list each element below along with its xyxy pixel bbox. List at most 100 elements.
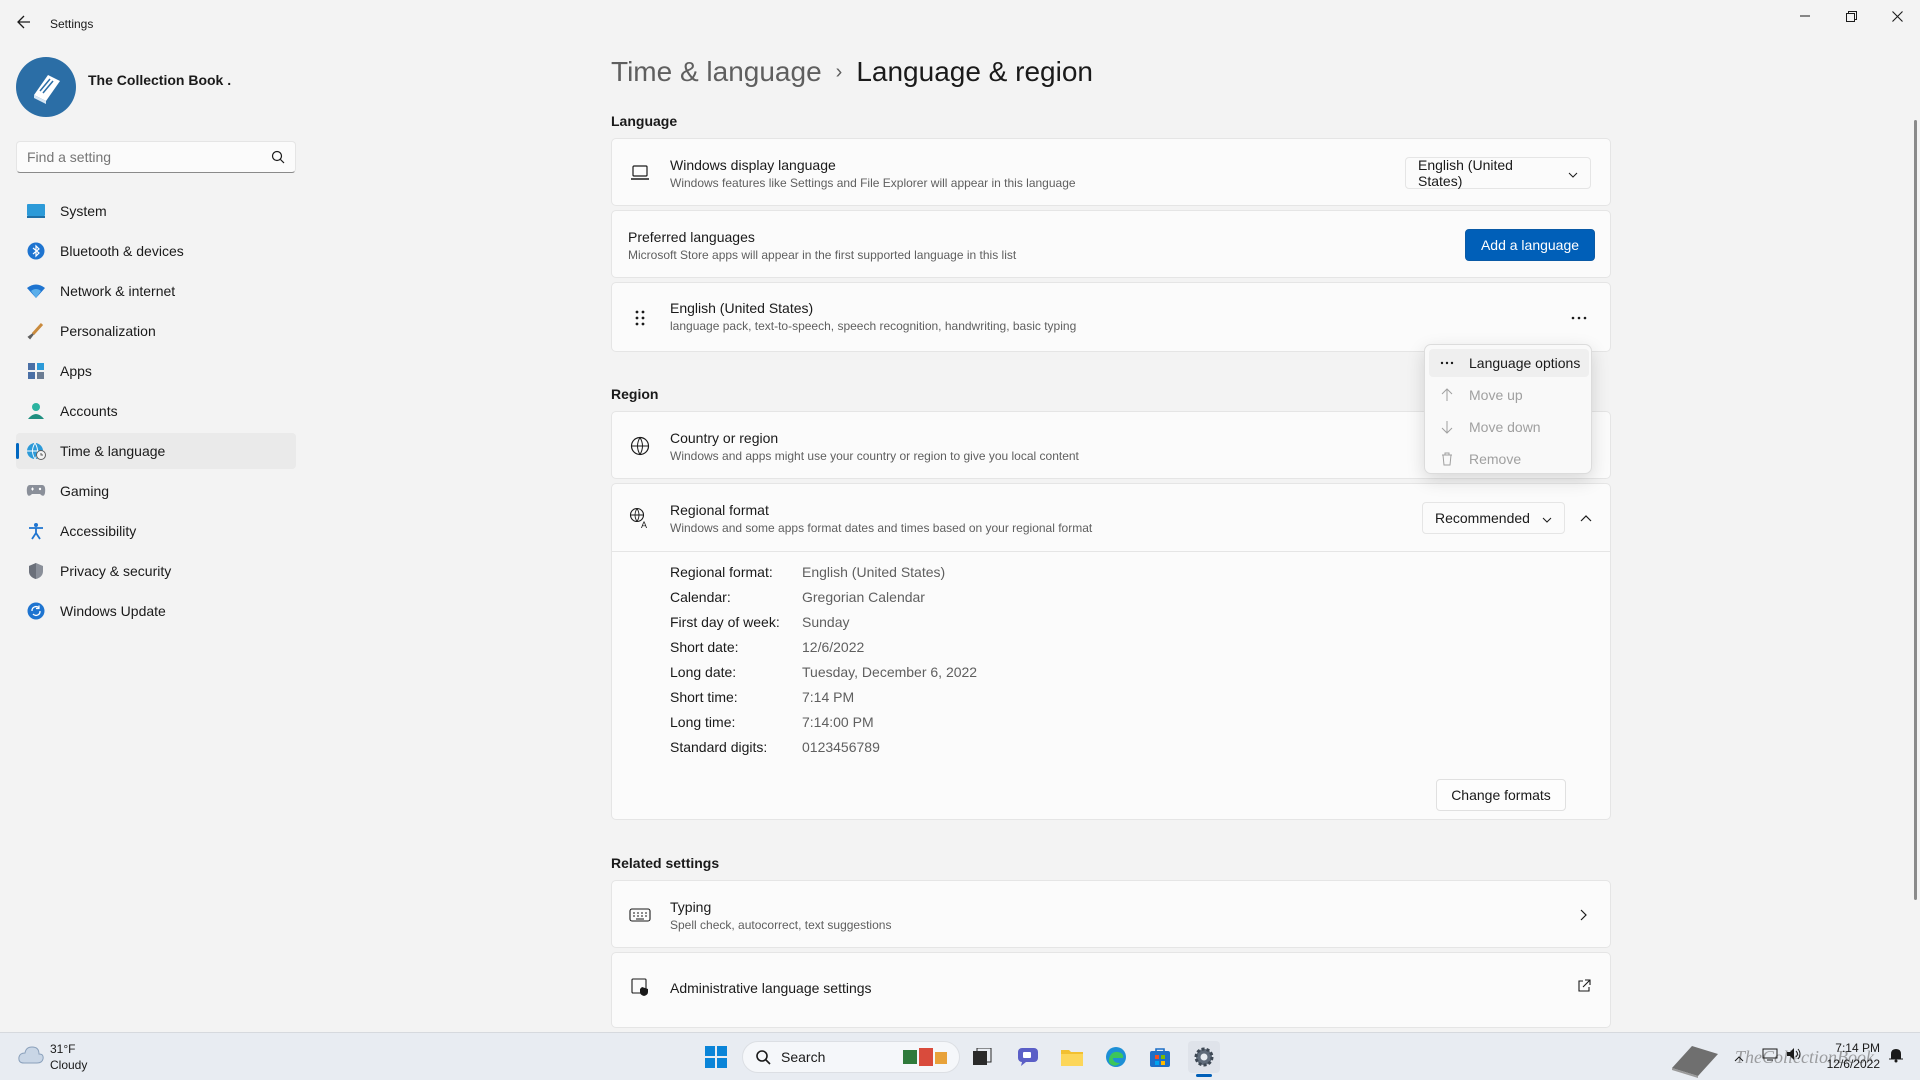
svg-text:A: A [641, 520, 647, 529]
notification-icon[interactable] [1888, 1047, 1904, 1068]
detail-value: 7:14 PM [802, 689, 855, 705]
detail-value: Sunday [802, 614, 850, 630]
external-link-icon [1577, 979, 1591, 998]
breadcrumb: Time & language › Language & region [611, 56, 1093, 88]
search-box[interactable] [16, 141, 296, 173]
display-language-dropdown[interactable]: English (United States) [1405, 157, 1591, 189]
more-options-button[interactable] [1564, 304, 1594, 332]
sidebar-item-windows-update[interactable]: Windows Update [16, 593, 296, 629]
windows-logo-icon [705, 1046, 727, 1068]
format-detail-row: Short time: 7:14 PM [670, 689, 1270, 709]
menu-item-language-options[interactable]: Language options [1429, 349, 1589, 377]
chevron-right-icon [1580, 908, 1587, 926]
edge-button[interactable] [1100, 1041, 1132, 1073]
add-language-button[interactable]: Add a language [1465, 229, 1595, 261]
taskbar-search[interactable]: Search [742, 1041, 960, 1073]
chat-button[interactable] [1012, 1041, 1044, 1073]
scrollbar[interactable] [1914, 120, 1917, 900]
detail-value: 12/6/2022 [802, 639, 865, 655]
accessibility-icon [26, 521, 46, 541]
menu-item-move-down[interactable]: Move down [1429, 413, 1589, 441]
weather-condition[interactable]: Cloudy [50, 1058, 87, 1072]
folder-icon [1061, 1050, 1083, 1066]
detail-label: Regional format: [670, 564, 773, 580]
sidebar-item-apps[interactable]: Apps [16, 353, 296, 389]
sidebar-item-label: Bluetooth & devices [60, 243, 184, 259]
preferred-languages-card: Preferred languages Microsoft Store apps… [611, 210, 1611, 278]
sidebar-item-privacy[interactable]: Privacy & security [16, 553, 296, 589]
language-context-menu: Language options Move up Move down Remov… [1424, 344, 1592, 474]
search-icon[interactable] [271, 150, 285, 169]
sidebar-item-bluetooth[interactable]: Bluetooth & devices [16, 233, 296, 269]
page-title: Language & region [856, 56, 1093, 87]
dropdown-value: Recommended [1435, 510, 1530, 526]
card-title: English (United States) [670, 300, 814, 316]
bluetooth-icon [26, 241, 46, 261]
gamepad-icon [26, 481, 46, 501]
network-status-icon[interactable] [1762, 1047, 1778, 1066]
menu-item-remove[interactable]: Remove [1429, 445, 1589, 473]
person-icon [26, 401, 46, 421]
breadcrumb-parent[interactable]: Time & language [611, 56, 822, 88]
sidebar-nav: System Bluetooth & devices Network & int… [16, 193, 296, 633]
detail-label: Long time: [670, 714, 736, 730]
brush-icon [26, 321, 46, 341]
menu-item-label: Move down [1469, 419, 1541, 435]
chevron-up-icon[interactable] [1734, 1049, 1744, 1067]
sidebar-item-gaming[interactable]: Gaming [16, 473, 296, 509]
sidebar-item-network[interactable]: Network & internet [16, 273, 296, 309]
minimize-button[interactable] [1782, 0, 1828, 32]
format-detail-row: Standard digits: 0123456789 [670, 739, 1270, 759]
taskbar-search-label: Search [781, 1049, 826, 1065]
update-icon [26, 601, 46, 621]
sidebar-item-system[interactable]: System [16, 193, 296, 229]
collapse-button[interactable] [1574, 506, 1598, 530]
change-formats-button[interactable]: Change formats [1436, 779, 1566, 811]
divider [612, 551, 1610, 552]
typing-card[interactable]: Typing Spell check, autocorrect, text su… [611, 880, 1611, 948]
store-button[interactable] [1144, 1041, 1176, 1073]
language-entry-card[interactable]: English (United States) language pack, t… [611, 282, 1611, 352]
regional-format-card: A Regional format Windows and some apps … [611, 483, 1611, 820]
search-input[interactable] [17, 142, 257, 172]
drag-handle-icon[interactable] [628, 306, 652, 330]
menu-item-label: Remove [1469, 451, 1522, 467]
volume-icon[interactable] [1786, 1047, 1802, 1066]
detail-value: 7:14:00 PM [802, 714, 874, 730]
sidebar-item-time-language[interactable]: Time & language [16, 433, 296, 469]
avatar[interactable] [16, 57, 76, 117]
task-view-button[interactable] [966, 1041, 998, 1073]
taskbar: 31°F Cloudy Search TheCollectionBook 7:1… [0, 1032, 1920, 1080]
dropdown-value: English (United States) [1418, 157, 1513, 189]
file-explorer-button[interactable] [1056, 1041, 1088, 1073]
detail-value: Gregorian Calendar [802, 589, 925, 605]
cloud-icon[interactable] [18, 1045, 44, 1070]
sidebar-item-personalization[interactable]: Personalization [16, 313, 296, 349]
restore-button[interactable] [1828, 0, 1874, 32]
start-button[interactable] [700, 1041, 732, 1073]
sidebar-item-label: Accessibility [60, 523, 137, 539]
detail-label: Long date: [670, 664, 737, 680]
settings-button[interactable] [1188, 1041, 1220, 1073]
clock-date[interactable]: 12/6/2022 [1806, 1057, 1880, 1071]
back-button[interactable] [12, 10, 36, 34]
globe-icon [628, 434, 652, 458]
format-detail-row: Long time: 7:14:00 PM [670, 714, 1270, 734]
store-icon [1150, 1048, 1170, 1067]
admin-language-card[interactable]: Administrative language settings [611, 952, 1611, 1028]
clock-time[interactable]: 7:14 PM [1820, 1041, 1880, 1055]
app-title: Settings [50, 17, 94, 31]
system-icon [26, 201, 46, 221]
search-highlight-icon [901, 1046, 951, 1068]
regional-format-dropdown[interactable]: Recommended [1422, 502, 1565, 534]
chat-icon [1018, 1048, 1038, 1066]
close-button[interactable] [1874, 0, 1920, 32]
menu-item-move-up[interactable]: Move up [1429, 381, 1589, 409]
regional-format-icon: A [628, 506, 652, 530]
detail-value: English (United States) [802, 564, 946, 580]
book-logo-icon [34, 75, 60, 104]
laptop-icon [628, 161, 652, 185]
weather-temp[interactable]: 31°F [50, 1042, 75, 1056]
sidebar-item-accounts[interactable]: Accounts [16, 393, 296, 429]
sidebar-item-accessibility[interactable]: Accessibility [16, 513, 296, 549]
